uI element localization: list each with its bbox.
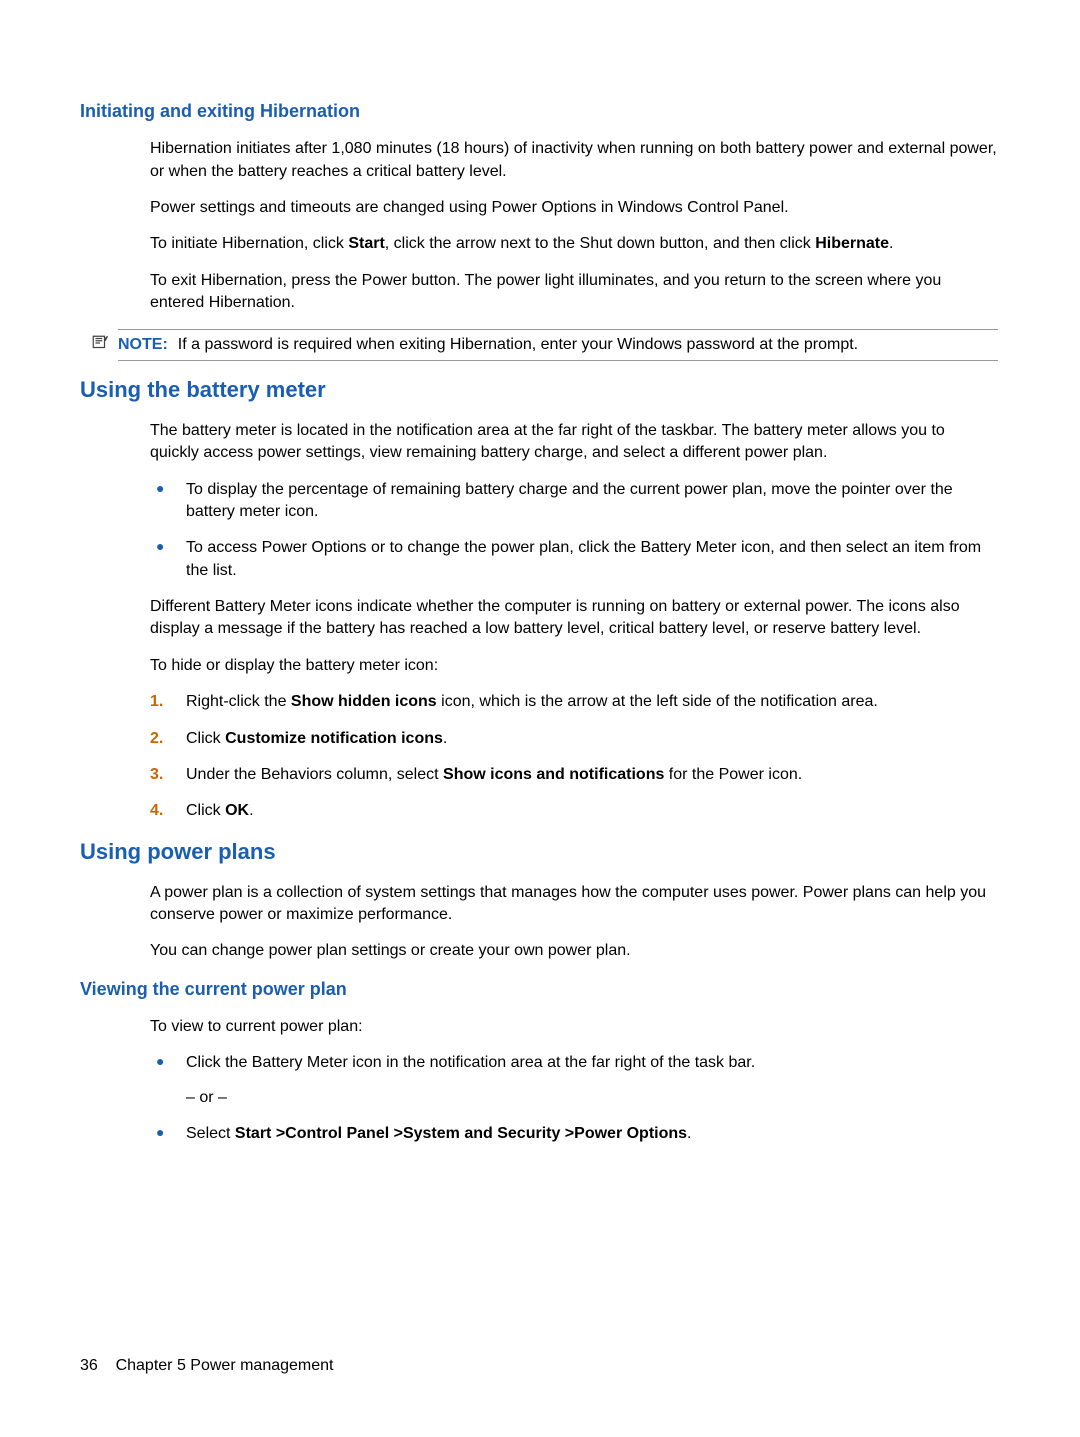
heading-battery-meter: Using the battery meter bbox=[80, 375, 1000, 406]
bold: Hibernate bbox=[815, 235, 889, 252]
page-number: 36 bbox=[80, 1357, 98, 1374]
section-view-plan-body: To view to current power plan: Click the… bbox=[150, 1016, 998, 1146]
bullet-list: Click the Battery Meter icon in the noti… bbox=[150, 1052, 998, 1145]
bold: Start bbox=[348, 235, 384, 252]
para: The battery meter is located in the noti… bbox=[150, 420, 998, 465]
list-item: Click the Battery Meter icon in the noti… bbox=[150, 1052, 998, 1109]
chapter-label: Chapter 5 Power management bbox=[116, 1357, 334, 1374]
para: A power plan is a collection of system s… bbox=[150, 882, 998, 927]
note-container: NOTE: If a password is required when exi… bbox=[118, 329, 998, 361]
list-item: Under the Behaviors column, select Show … bbox=[150, 764, 998, 786]
para: You can change power plan settings or cr… bbox=[150, 940, 998, 962]
or-separator: – or – bbox=[186, 1087, 998, 1109]
text: . bbox=[443, 730, 447, 747]
bold: Start >Control Panel >System and Securit… bbox=[235, 1125, 687, 1142]
para: Hibernation initiates after 1,080 minute… bbox=[150, 138, 998, 183]
section-hibernation-body: Hibernation initiates after 1,080 minute… bbox=[150, 138, 998, 314]
para: To view to current power plan: bbox=[150, 1016, 998, 1038]
list-item: To access Power Options or to change the… bbox=[150, 537, 998, 582]
text: Click bbox=[186, 730, 225, 747]
note-icon bbox=[90, 334, 110, 359]
bold: OK bbox=[225, 802, 249, 819]
para: To initiate Hibernation, click Start, cl… bbox=[150, 233, 998, 255]
text: icon, which is the arrow at the left sid… bbox=[437, 693, 878, 710]
bold: Show icons and notifications bbox=[443, 766, 664, 783]
text: Right-click the bbox=[186, 693, 291, 710]
bold: Customize notification icons bbox=[225, 730, 443, 747]
list-item: Click Customize notification icons. bbox=[150, 728, 998, 750]
section-power-plans-body: A power plan is a collection of system s… bbox=[150, 882, 998, 963]
para: To hide or display the battery meter ico… bbox=[150, 655, 998, 677]
note-label: NOTE: bbox=[118, 334, 168, 356]
text: , click the arrow next to the Shut down … bbox=[385, 235, 815, 252]
text: Click the Battery Meter icon in the noti… bbox=[186, 1054, 755, 1071]
text: for the Power icon. bbox=[664, 766, 802, 783]
bold: Show hidden icons bbox=[291, 693, 437, 710]
para: To exit Hibernation, press the Power but… bbox=[150, 270, 998, 315]
text: Select bbox=[186, 1125, 235, 1142]
list-item: Click OK. bbox=[150, 800, 998, 822]
text: . bbox=[249, 802, 253, 819]
note-text: If a password is required when exiting H… bbox=[178, 334, 858, 356]
text: Under the Behaviors column, select bbox=[186, 766, 443, 783]
text: . bbox=[687, 1125, 691, 1142]
list-item: Select Start >Control Panel >System and … bbox=[150, 1123, 998, 1145]
para: Power settings and timeouts are changed … bbox=[150, 197, 998, 219]
number-list: Right-click the Show hidden icons icon, … bbox=[150, 691, 998, 823]
para: Different Battery Meter icons indicate w… bbox=[150, 596, 998, 641]
heading-hibernation: Initiating and exiting Hibernation bbox=[80, 99, 1000, 124]
list-item: Right-click the Show hidden icons icon, … bbox=[150, 691, 998, 713]
heading-power-plans: Using power plans bbox=[80, 837, 1000, 868]
text: . bbox=[889, 235, 893, 252]
page-content: Initiating and exiting Hibernation Hiber… bbox=[0, 0, 1080, 1437]
text: To initiate Hibernation, click bbox=[150, 235, 348, 252]
note-box: NOTE: If a password is required when exi… bbox=[118, 329, 998, 361]
page-footer: 36 Chapter 5 Power management bbox=[80, 1355, 333, 1377]
text: Click bbox=[186, 802, 225, 819]
bullet-list: To display the percentage of remaining b… bbox=[150, 479, 998, 583]
heading-view-plan: Viewing the current power plan bbox=[80, 977, 1000, 1002]
list-item: To display the percentage of remaining b… bbox=[150, 479, 998, 524]
section-battery-body: The battery meter is located in the noti… bbox=[150, 420, 998, 823]
